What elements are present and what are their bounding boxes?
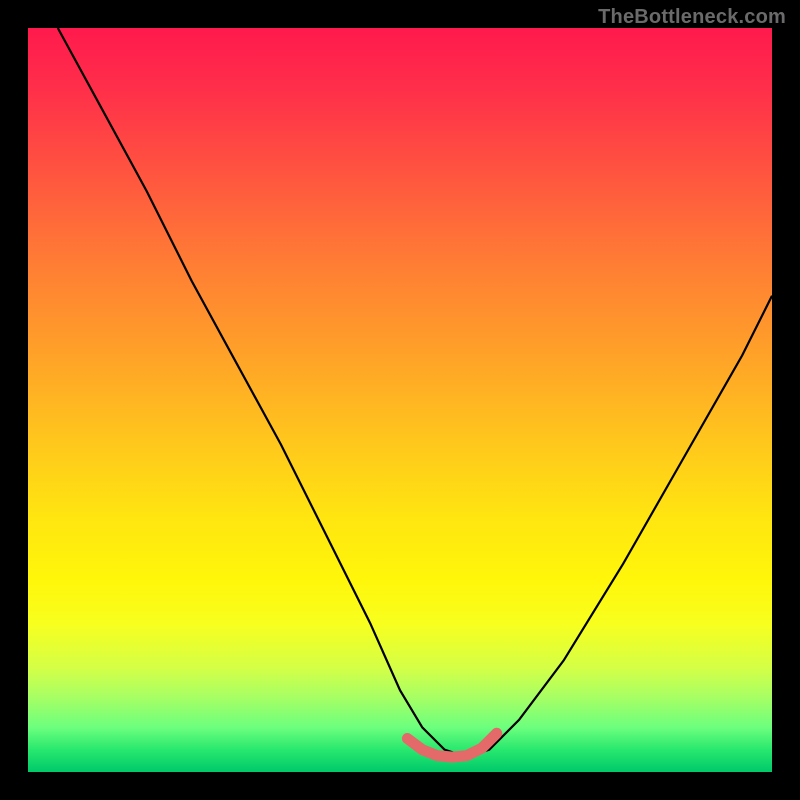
watermark-text: TheBottleneck.com bbox=[598, 6, 786, 29]
chart-frame: TheBottleneck.com bbox=[0, 0, 800, 800]
curve-layer bbox=[28, 28, 772, 772]
optimal-band bbox=[407, 733, 496, 757]
bottleneck-curve bbox=[58, 28, 772, 757]
plot-area bbox=[28, 28, 772, 772]
